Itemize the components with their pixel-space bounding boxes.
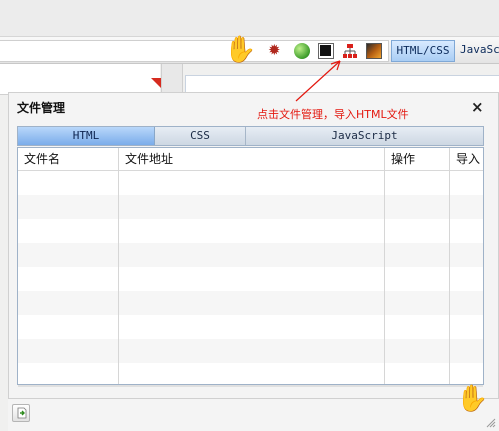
bug-icon[interactable]: ✹	[268, 41, 281, 59]
column-divider	[449, 148, 450, 384]
column-header-actions: 操作	[391, 152, 416, 166]
tab-html-css[interactable]: HTML/CSS	[391, 40, 455, 62]
import-file-icon	[17, 407, 27, 419]
dialog-footer	[8, 398, 499, 431]
column-header-import: 导入	[456, 152, 481, 166]
table-row	[18, 243, 483, 267]
annotation-arrow	[295, 60, 341, 102]
left-pane-header	[0, 64, 160, 95]
table-row	[18, 195, 483, 219]
column-divider	[118, 148, 119, 384]
tab-javascript-editor[interactable]: JavaSc	[460, 40, 499, 60]
top-strip	[0, 0, 499, 37]
close-button[interactable]: ×	[471, 99, 484, 115]
hand-pointer-icon: ✋	[456, 384, 489, 414]
horizontal-scrollbar[interactable]	[18, 385, 483, 387]
column-divider	[384, 148, 385, 384]
column-header-file-path: 文件地址	[125, 152, 174, 166]
tab-html[interactable]: HTML	[18, 127, 155, 145]
table-row	[18, 339, 483, 363]
import-file-button[interactable]	[12, 404, 30, 422]
tab-javascript[interactable]: JavaScript	[246, 127, 483, 145]
tab-css[interactable]: CSS	[155, 127, 246, 145]
annotation-text: 点击文件管理，导入HTML文件	[257, 108, 409, 121]
hand-pointer-icon: ✋	[224, 35, 257, 65]
image-icon[interactable]	[366, 43, 382, 59]
dialog-title: 文件管理	[17, 101, 66, 115]
column-header-filename: 文件名	[24, 152, 61, 166]
resize-grip-icon[interactable]	[486, 418, 496, 428]
table-row	[18, 291, 483, 315]
